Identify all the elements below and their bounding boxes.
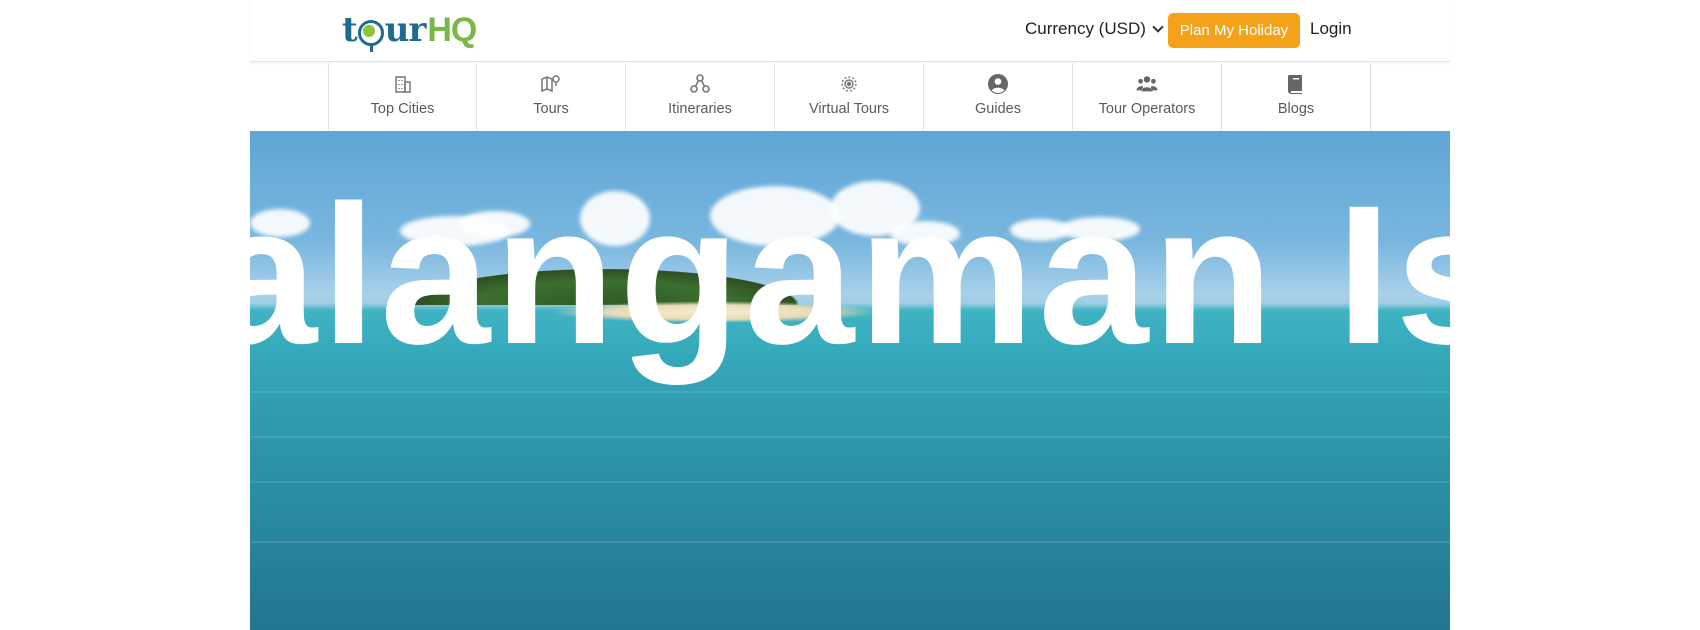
logo-text-hq: HQ <box>427 11 477 49</box>
map-pin-icon <box>540 73 562 95</box>
nav-item-guides[interactable]: Guides <box>924 63 1073 131</box>
nav-item-top-cities[interactable]: Top Cities <box>328 63 477 131</box>
logo-text-t: t <box>342 10 358 50</box>
currency-dropdown[interactable]: Currency (USD) <box>1025 19 1164 39</box>
login-link[interactable]: Login <box>1310 19 1352 39</box>
wave-line <box>250 481 1450 483</box>
nodes-icon <box>689 73 711 95</box>
wave-line <box>250 541 1450 543</box>
nav-label: Top Cities <box>370 101 435 117</box>
virtual-tour-icon <box>838 73 860 95</box>
page-container: t ur HQ Currency (USD) Plan My Holiday Log… <box>250 0 1450 630</box>
users-group-icon <box>1136 73 1158 95</box>
nav-label: Tours <box>533 101 569 117</box>
nav-label: Itineraries <box>668 101 732 117</box>
user-circle-icon <box>987 73 1009 95</box>
nav-label: Virtual Tours <box>808 101 890 117</box>
logo-text-ur: ur <box>384 10 427 50</box>
currency-label: Currency (USD) <box>1025 19 1146 38</box>
site-header: t ur HQ Currency (USD) Plan My Holiday Log… <box>250 0 1450 62</box>
nav-label: Guides <box>975 101 1021 117</box>
main-nav: Top Cities Tours Itineraries Virtual Tou… <box>328 63 1372 131</box>
building-icon <box>392 73 414 95</box>
hero-title: Dalangaman Island <box>250 164 1450 385</box>
nav-item-blogs[interactable]: Blogs <box>1222 63 1371 131</box>
wave-line <box>250 436 1450 438</box>
globe-icon <box>357 20 384 52</box>
hero-banner: Dalangaman Island <box>250 131 1450 630</box>
wave-line <box>250 391 1450 393</box>
nav-label: Tour Operators <box>1098 101 1196 117</box>
nav-item-tours[interactable]: Tours <box>477 63 626 131</box>
nav-item-virtual-tours[interactable]: Virtual Tours <box>775 63 924 131</box>
book-icon <box>1285 73 1307 95</box>
nav-label: Blogs <box>1277 101 1315 117</box>
tourhq-logo[interactable]: t ur HQ <box>342 10 477 52</box>
plan-my-holiday-button[interactable]: Plan My Holiday <box>1168 13 1300 48</box>
nav-item-tour-operators[interactable]: Tour Operators <box>1073 63 1222 131</box>
nav-item-itineraries[interactable]: Itineraries <box>626 63 775 131</box>
chevron-down-icon <box>1152 21 1164 33</box>
